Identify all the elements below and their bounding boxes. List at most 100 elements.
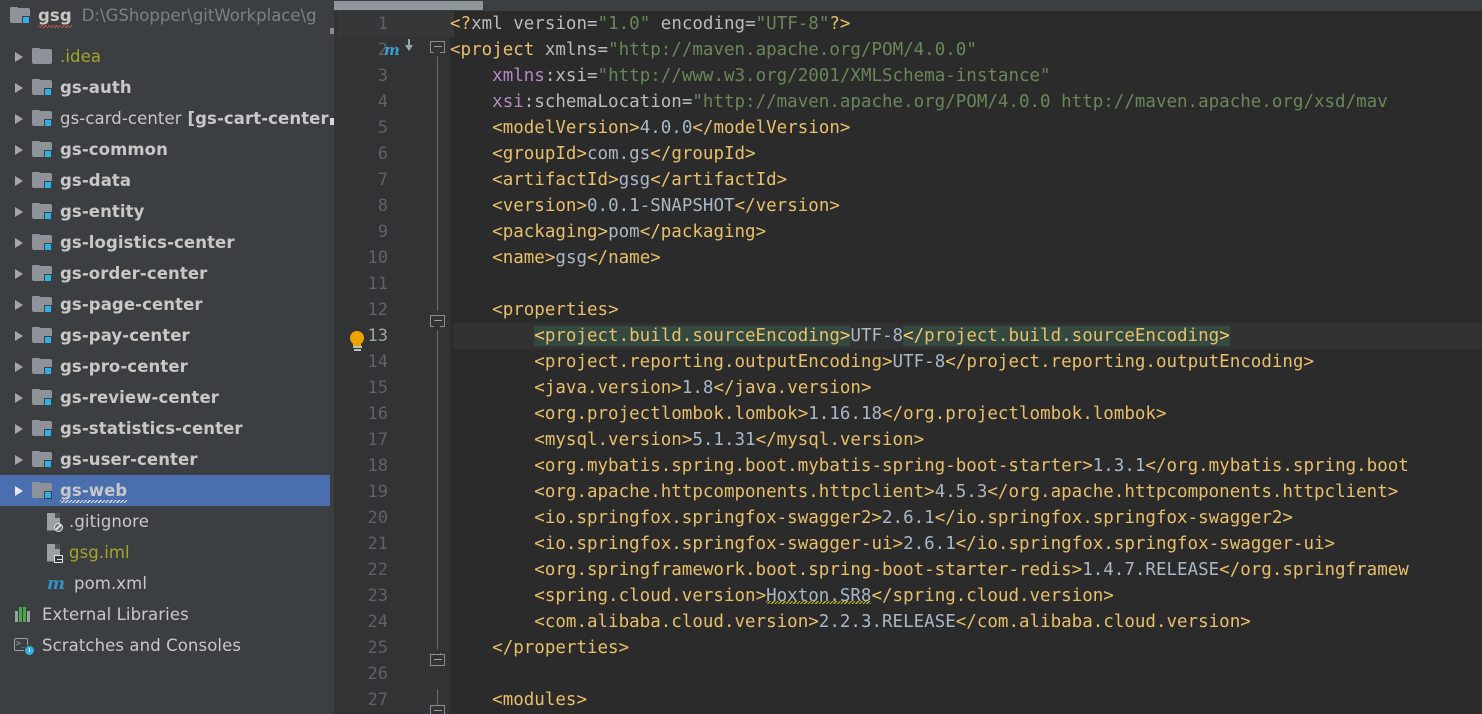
syntax-bracket: < xyxy=(534,430,545,450)
tree-item-label: .idea xyxy=(60,47,102,66)
fold-marker-line-12[interactable] xyxy=(430,315,446,332)
code-text-area[interactable]: <?xml version="1.0" encoding="UTF-8"?> < p… xyxy=(450,11,1482,714)
code-folding-bar[interactable] xyxy=(427,11,450,714)
tree-row-gs-statistics-center[interactable]: gs-statistics-center xyxy=(0,413,330,444)
expand-arrow-icon[interactable] xyxy=(6,392,32,403)
syntax-tag: org.projectlombok.lombok xyxy=(544,404,798,424)
expand-arrow-icon[interactable] xyxy=(6,82,32,93)
tree-row-external-libraries[interactable]: External Libraries xyxy=(0,599,330,630)
code-editor[interactable]: 1 2 3 4 5 6 7 8 9 10 11 12 13 14 15 16 17 18 19 20 21 22 23 24 2… xyxy=(330,0,1482,714)
syntax-bracket: > xyxy=(839,326,851,346)
tree-row-gs-entity[interactable]: gs-entity xyxy=(0,196,330,227)
expand-arrow-icon[interactable] xyxy=(6,51,32,62)
expand-arrow-icon[interactable] xyxy=(6,423,32,434)
code-line-6: <groupId>com.gs</groupId> xyxy=(450,141,755,167)
code-line-1: <?xml version="1.0" encoding="UTF-8"?> xyxy=(450,14,851,34)
syntax-tag: mysql.version xyxy=(776,430,914,450)
line-number: 24 xyxy=(367,612,388,632)
tree-row-pom-xml[interactable]: m pom.xml xyxy=(0,568,330,599)
expand-arrow-icon[interactable] xyxy=(6,268,32,279)
file-ignored-icon xyxy=(46,512,63,532)
maven-file-icon: m xyxy=(47,573,65,594)
module-folder-icon xyxy=(32,79,52,96)
expand-arrow-icon[interactable] xyxy=(6,361,32,372)
code-line-16: <org.projectlombok.lombok>1.16.18</org.p… xyxy=(450,401,1166,427)
tree-row-gs-user-center[interactable]: gs-user-center xyxy=(0,444,330,475)
tree-row-gsg-iml[interactable]: gsg.iml xyxy=(0,537,330,568)
tree-row-gs-pro-center[interactable]: gs-pro-center xyxy=(0,351,330,382)
expand-arrow-icon[interactable] xyxy=(6,113,32,124)
fold-marker-line-2[interactable] xyxy=(430,41,446,58)
syntax-tag: io.springfox.springfox-swagger2 xyxy=(955,508,1283,528)
syntax-bracket: > xyxy=(871,508,883,528)
editor-horizontal-scrollbar[interactable] xyxy=(330,0,1482,11)
tree-row-gs-logistics-center[interactable]: gs-logistics-center xyxy=(0,227,330,258)
tree-row-gs-common[interactable]: gs-common xyxy=(0,134,330,165)
tree-row-gs-pay-center[interactable]: gs-pay-center xyxy=(0,320,330,351)
syntax-bracket: < xyxy=(492,690,503,710)
tree-item-label: gsg.iml xyxy=(69,543,130,562)
tree-row-gitignore[interactable]: .gitignore xyxy=(0,506,330,537)
tree-row-gs-page-center[interactable]: gs-page-center xyxy=(0,289,330,320)
tree-row-gs-review-center[interactable]: gs-review-center xyxy=(0,382,330,413)
tree-item-label: gs-data xyxy=(60,171,132,190)
intention-bulb-icon[interactable] xyxy=(348,331,366,353)
line-number: 12 xyxy=(367,300,388,320)
syntax-bracket: > xyxy=(681,430,693,450)
expand-arrow-icon[interactable] xyxy=(6,485,32,496)
tree-row-gs-order-center[interactable]: gs-order-center xyxy=(0,258,330,289)
expand-arrow-icon[interactable] xyxy=(6,299,32,310)
expand-arrow-icon[interactable] xyxy=(6,454,32,465)
line-number: 23 xyxy=(367,586,388,606)
fold-marker-line-27[interactable] xyxy=(430,705,446,714)
expand-arrow-icon[interactable] xyxy=(6,206,32,217)
syntax-bracket: > xyxy=(913,430,925,450)
syntax-tag: io.springfox.springfox-swagger-ui xyxy=(544,534,893,554)
tree-item-label: gs-page-center xyxy=(60,295,203,314)
syntax-bracket: </ xyxy=(955,534,977,554)
tree-item-label: gs-entity xyxy=(60,202,145,221)
fold-marker-line-25[interactable] xyxy=(430,649,446,671)
syntax-bracket: > xyxy=(671,378,682,398)
code-line-8: <version>0.0.1-SNAPSHOT</version> xyxy=(450,193,840,219)
syntax-bracket: </ xyxy=(650,170,672,190)
syntax-tag: modelVersion xyxy=(713,118,840,138)
expand-arrow-icon[interactable] xyxy=(6,330,32,341)
tree-row-idea[interactable]: .idea xyxy=(0,41,330,72)
scrollbar-thumb[interactable] xyxy=(333,1,483,10)
tree-row-gs-card-center[interactable]: gs-card-center [gs-cart-center xyxy=(0,103,330,134)
syntax-bracket: > xyxy=(1082,456,1093,476)
tree-row-gs-web[interactable]: gs-web xyxy=(0,475,330,506)
syntax-tag: modules xyxy=(502,690,577,710)
tree-row-gs-auth[interactable]: gs-auth xyxy=(0,72,330,103)
tree-row-project-root[interactable]: gsg D:\GShopper\gitWorkplace\g xyxy=(0,0,330,31)
syntax-tag: project xyxy=(460,40,535,60)
syntax-text-value: Hoxton.SR8 xyxy=(766,586,872,606)
syntax-tag: project.build.sourceEncoding xyxy=(544,326,840,346)
syntax-bracket: < xyxy=(534,404,545,424)
project-tool-window[interactable]: gsg D:\GShopper\gitWorkplace\g .idea gs-a… xyxy=(0,0,330,714)
expand-arrow-icon[interactable] xyxy=(6,175,32,186)
tree-item-label: Scratches and Consoles xyxy=(42,636,242,655)
module-folder-icon xyxy=(32,482,52,499)
expand-arrow-icon[interactable] xyxy=(6,144,32,155)
module-folder-icon xyxy=(32,203,52,220)
syntax-text-value: com.gs xyxy=(587,144,651,164)
syntax-tag: org.mybatis.spring.boot xyxy=(1166,456,1409,476)
tree-item-label: External Libraries xyxy=(42,605,189,624)
line-number: 5 xyxy=(377,118,388,138)
module-folder-icon xyxy=(32,420,52,437)
expand-arrow-icon[interactable] xyxy=(6,237,32,248)
syntax-tag: org.springframew xyxy=(1240,560,1409,580)
syntax-tag: packaging xyxy=(660,222,756,242)
syntax-bracket: > xyxy=(755,222,767,242)
syntax-bracket: > xyxy=(618,638,630,658)
tree-row-gs-data[interactable]: gs-data xyxy=(0,165,330,196)
code-line-27: <modules> xyxy=(450,687,587,713)
syntax-bracket: </ xyxy=(1219,560,1241,580)
tree-row-scratches-and-consoles[interactable]: >_ Scratches and Consoles xyxy=(0,630,330,661)
syntax-bracket: > xyxy=(882,352,893,372)
syntax-bracket: < xyxy=(492,144,503,164)
tree-item-label: gs-pro-center xyxy=(60,357,188,376)
syntax-text-value: UTF-8 xyxy=(892,352,946,372)
